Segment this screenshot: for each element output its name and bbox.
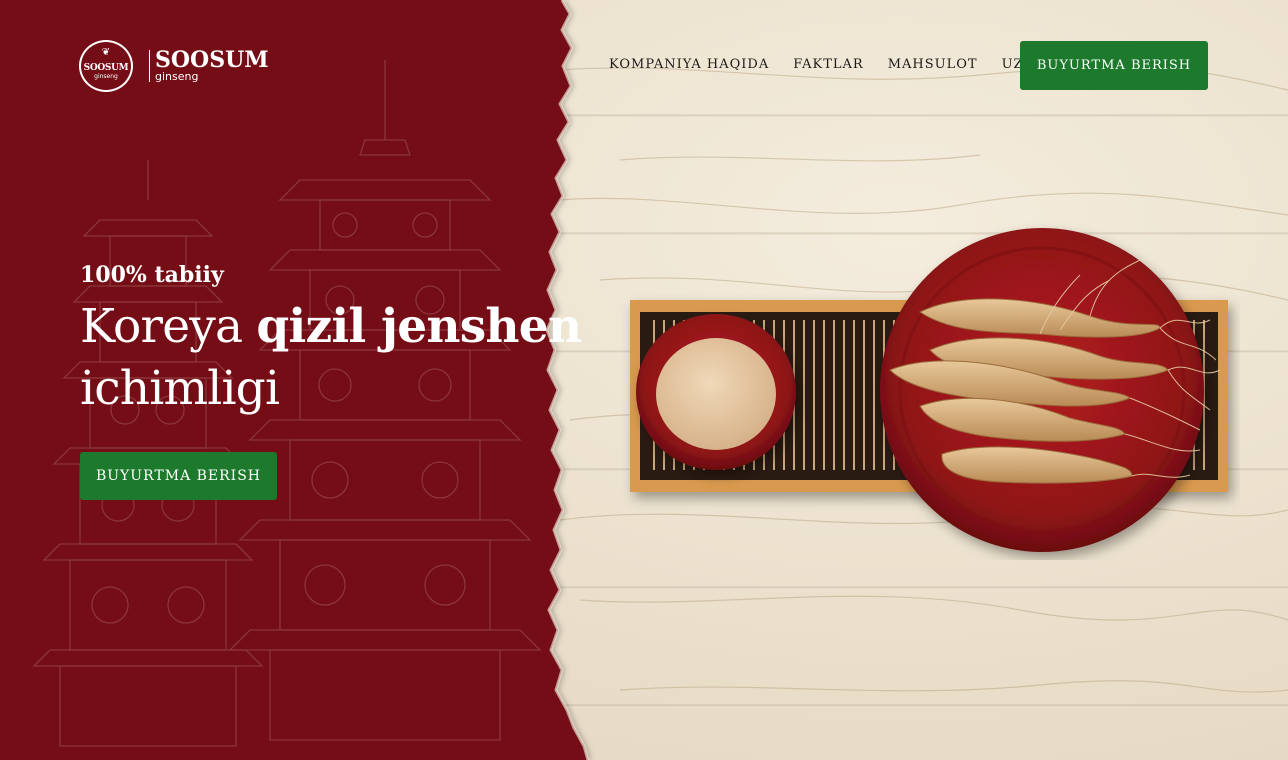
logo-wordmark: SOOSUM ginseng: [155, 49, 269, 83]
ginseng-product-image: [630, 228, 1228, 552]
hero-text: 100% tabiiy Koreya qizil jenshen ichimli…: [80, 262, 582, 420]
hero-title: Koreya qizil jenshen ichimligi: [80, 296, 582, 420]
nav-item-facts[interactable]: FAKTLAR: [793, 57, 863, 72]
header-order-button[interactable]: BUYURTMA BERISH: [1020, 41, 1208, 90]
main-nav: KOMPANIYA HAQIDA FAKTLAR MAHSULOT UZ: [609, 57, 1048, 72]
logo-seal-name: SOOSUM: [83, 62, 129, 73]
nav-item-product[interactable]: MAHSULOT: [888, 57, 978, 72]
logo-divider: [149, 50, 150, 82]
hero-title-part1: Koreya: [80, 299, 257, 354]
ginseng-icon: ❦: [101, 47, 111, 58]
hero-title-bold: qizil jenshen: [256, 299, 582, 354]
logo-seal-sub: ginseng: [94, 72, 118, 80]
brand-name: SOOSUM: [155, 47, 269, 73]
nav-item-about[interactable]: KOMPANIYA HAQIDA: [609, 57, 769, 72]
logo-seal: ❦ SOOSUM ginseng: [79, 40, 133, 92]
logo[interactable]: ❦ SOOSUM ginseng SOOSUM ginseng: [79, 40, 269, 92]
hero-tagline: 100% tabiiy: [80, 262, 224, 288]
hero-title-part2: ichimligi: [80, 361, 280, 416]
hero-order-button[interactable]: BUYURTMA BERISH: [80, 452, 277, 500]
